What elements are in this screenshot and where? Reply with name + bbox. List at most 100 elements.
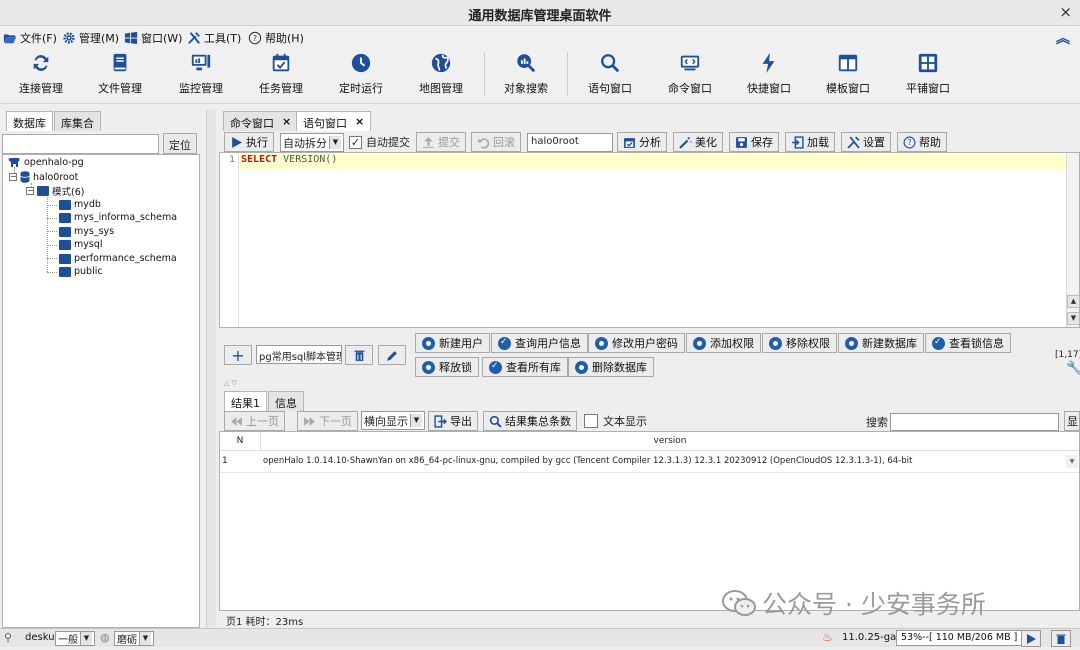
toolbar-statement-window-button[interactable]: 语句窗口 [570,52,650,96]
split-mode-select[interactable]: 自动拆分 ▼ [280,133,344,152]
status-bar: ⚲ deskui 一般 ▼ ◍ 磨砺 ▼ ♨ 11.0.25-ga 53%--[ 1… [0,628,1080,647]
quick-query-user-button[interactable]: 查询用户信息 [491,333,588,353]
toolbar-quick-window-button[interactable]: 快捷窗口 [729,52,809,96]
split-arrows-icon[interactable]: △ ▽ [224,379,237,387]
terminal-icon [680,55,700,71]
tree-node-schema[interactable]: mydb [59,199,101,210]
quick-new-user-button[interactable]: 新建用户 [415,333,490,353]
connection-select[interactable]: halo0root [527,133,613,152]
tab-result-1[interactable]: 结果1 [224,391,267,411]
export-button[interactable]: 导出 [428,411,478,431]
line-gutter: 1 [220,153,239,327]
tree-node-root[interactable]: openhalo-pg [8,157,84,168]
beautify-button[interactable]: 美化 [673,132,723,152]
tree-node-connection[interactable]: − halo0root [9,171,78,183]
quick-add-permission-button[interactable]: 添加权限 [686,333,761,353]
sql-code: SELECT VERSION() [241,154,337,165]
quick-view-all-databases-button[interactable]: 查看所有库 [482,357,568,377]
memory-indicator[interactable]: 53%--[ 110 MB/206 MB ] [896,630,1023,646]
toolbar-map-manage-button[interactable]: 地图管理 [401,52,481,96]
tab-database[interactable]: 数据库 [6,111,53,131]
editor-scrollbar[interactable]: ▲ ▼ [1066,153,1080,327]
next-page-button[interactable]: 下一页 [297,411,358,431]
toolbar-template-window-button[interactable]: 模板窗口 [808,52,888,96]
tree-node-schema[interactable]: mys_informa_schema [59,212,177,223]
quick-release-lock-button[interactable]: 释放锁 [415,357,479,377]
checkbox-icon [584,414,598,428]
folder-icon [59,199,71,210]
tab-collections[interactable]: 库集合 [54,111,101,131]
close-icon[interactable]: × [1059,3,1072,21]
close-icon[interactable]: × [282,115,291,128]
sql-editor[interactable] [219,152,1080,328]
close-icon[interactable]: × [355,115,364,128]
autocommit-checkbox[interactable]: ✓ 自动提交 [349,134,410,150]
display-button[interactable]: 显 [1064,411,1080,431]
tab-info[interactable]: 信息 [268,391,304,411]
load-button[interactable]: 加载 [785,132,835,152]
collapse-toggle-icon[interactable]: − [26,187,34,195]
prev-page-button[interactable]: 上一页 [224,411,285,431]
quick-remove-permission-button[interactable]: 移除权限 [762,333,837,353]
tree-search-input[interactable] [2,134,159,154]
tree-node-schema[interactable]: mys_sys [59,226,114,237]
tab-statement-window[interactable]: 语句窗口 × [296,111,372,131]
execute-button[interactable]: 执行 [224,132,274,152]
menu-tools[interactable]: 工具(T) [187,30,241,46]
theme-select[interactable]: 磨砺 ▼ [114,631,154,646]
toolbar-task-manage-button[interactable]: 任务管理 [241,52,321,96]
result-search-input[interactable] [890,413,1059,431]
tab-command-window[interactable]: 命令窗口 × [223,111,299,131]
quick-view-locks-button[interactable]: 查看锁信息 [925,333,1011,353]
toolbar-scheduled-run-button[interactable]: 定时运行 [321,52,401,96]
save-button[interactable]: 保存 [729,132,779,152]
script-category-input[interactable]: pg常用sql脚本管理 [256,345,342,364]
collapse-toolbar-icon[interactable]: ︽ [1056,28,1070,48]
analyze-button[interactable]: 分析 [617,132,667,152]
quick-drop-database-button[interactable]: 删除数据库 [568,357,654,377]
text-display-checkbox[interactable]: 文本显示 [584,413,647,429]
tree-node-schemas[interactable]: − 模式(6) [26,184,84,198]
wrench-icon[interactable]: 🔧 [1066,361,1080,376]
table-row[interactable]: 1 openHalo 1.0.14.10-ShawnYan on x86_64-… [220,451,1079,473]
tree-node-schema[interactable]: performance_schema [59,253,177,264]
cell-dropdown-icon[interactable]: ▼ [1066,455,1078,468]
column-header-version[interactable]: version [261,432,1079,451]
menu-window[interactable]: 窗口(W) [124,30,182,46]
add-script-button[interactable]: + [224,345,252,365]
tree-node-schema[interactable]: public [59,266,103,277]
locate-button[interactable]: 定位 [163,133,197,154]
toolbar-tile-window-button[interactable]: 平铺窗口 [888,52,968,96]
toolbar-connection-manage-button[interactable]: 连接管理 [1,52,81,96]
help-button[interactable]: ? 帮助 [897,132,947,152]
rollback-button[interactable]: 回滚 [471,132,521,152]
run-gc-button[interactable] [1021,630,1041,647]
sql-keyword: SELECT [241,154,278,165]
toolbar-command-window-button[interactable]: 命令窗口 [650,52,730,96]
scroll-up-icon[interactable]: ▲ [1067,295,1080,308]
column-header-n[interactable]: N [220,432,261,451]
commit-button[interactable]: 提交 [416,132,466,152]
line-number: 1 [229,155,235,165]
upload-icon [423,136,434,148]
toolbar-object-search-button[interactable]: 对象搜索 [486,52,566,96]
quick-change-password-button[interactable]: 修改用户密码 [588,333,685,353]
menu-manage[interactable]: 管理(M) [62,30,119,46]
collapse-toggle-icon[interactable]: − [9,173,17,181]
splitter[interactable] [206,110,216,628]
display-mode-select[interactable]: 横向显示 ▼ [361,411,425,430]
scroll-down-icon[interactable]: ▼ [1067,312,1080,325]
delete-script-button[interactable] [345,345,373,365]
menu-file[interactable]: 文件(F) [3,30,57,46]
result-count-button[interactable]: 结果集总条数 [483,411,577,431]
menu-help[interactable]: ? 帮助(H) [248,30,304,46]
toolbar-monitor-manage-button[interactable]: 监控管理 [161,52,241,96]
settings-button[interactable]: 设置 [841,132,891,152]
clear-button[interactable] [1051,630,1071,647]
quick-new-database-button[interactable]: 新建数据库 [838,333,924,353]
tree-node-schema[interactable]: mysql [59,239,103,250]
level-select[interactable]: 一般 ▼ [55,631,95,646]
toolbar-file-manage-button[interactable]: 文件管理 [80,52,160,96]
current-line-highlight [240,153,1065,169]
edit-script-button[interactable] [378,345,406,365]
